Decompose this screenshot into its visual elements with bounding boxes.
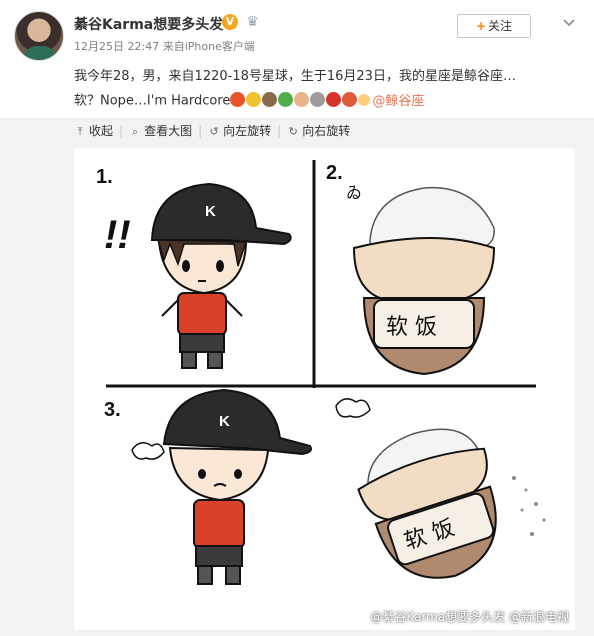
avatar[interactable] — [14, 11, 64, 61]
emoji-icon — [278, 92, 294, 107]
rice-bowl-panel-2: ゐ 软 饭 — [346, 183, 496, 376]
divider: | — [277, 124, 282, 138]
cap-letter: K — [205, 203, 216, 220]
divider: | — [119, 124, 124, 138]
rotate-right-label: 向右旋转 — [302, 124, 351, 138]
plus-icon: + — [475, 19, 487, 33]
verified-badge-icon: V — [222, 14, 238, 30]
collapse-label: 收起 — [89, 124, 114, 138]
emoji-icon — [230, 92, 246, 107]
emoji-icon — [294, 92, 310, 107]
comic-drawing: 1. 2. 3. !! K ゐ 软 饭 K 软 饭 — [96, 160, 546, 585]
emoji-icon — [342, 92, 358, 107]
emoji-icon — [262, 92, 278, 107]
character-panel-3: K — [131, 388, 371, 585]
collapse-button[interactable]: ⤒ 收起 — [74, 122, 113, 139]
rice-grains — [512, 476, 546, 536]
post-text: 我今年28，男，来自1220-18号星球，生于16月23日，我的星座是鲸谷座… … — [74, 65, 574, 113]
panel-number-3: 3. — [104, 399, 121, 421]
follow-button[interactable]: + 关注 — [457, 14, 531, 38]
mention-icon — [358, 93, 371, 106]
cap-letter: K — [219, 413, 230, 430]
view-large-label: 查看大图 — [144, 124, 193, 138]
magnify-icon: ⌕ — [131, 125, 139, 138]
rotate-right-icon: ↻ — [288, 125, 298, 138]
post-meta: 12月25日 22:47 来自iPhone客户端 — [74, 38, 255, 54]
follow-label: 关注 — [488, 19, 513, 33]
panel-number-2: 2. — [326, 162, 343, 184]
post-text-line-2: 软？Nope…I'm Hardcore @鲸谷座 — [74, 89, 574, 113]
rotate-left-icon: ↺ — [209, 125, 219, 138]
emoji-row — [230, 89, 358, 113]
post-text-line-1: 我今年28，男，来自1220-18号星球，生于16月23日，我的星座是鲸谷座… — [74, 69, 516, 84]
arrow-up-icon: ⤒ — [77, 125, 83, 138]
panel-number-1: 1. — [96, 166, 113, 188]
emoji-icon — [246, 92, 262, 107]
rice-bowl-panel-3: 软 饭 — [357, 428, 497, 579]
divider: | — [198, 124, 203, 138]
exclamation-marks: !! — [104, 213, 131, 257]
rotate-left-label: 向左旋转 — [223, 124, 272, 138]
mention-link[interactable]: @鲸谷座 — [358, 93, 425, 109]
username-link[interactable]: 綦谷Karma想要多头发 — [74, 14, 223, 34]
character-panel-1: !! K — [104, 182, 292, 369]
post-header: 綦谷Karma想要多头发 V ♛ 12月25日 22:47 来自iPhone客户… — [0, 0, 594, 118]
comic-image[interactable]: 1. 2. 3. !! K ゐ 软 饭 K 软 饭 @綦谷Karma想要多头发 … — [74, 148, 575, 630]
source-prefix: 来自 — [162, 40, 185, 53]
post-timestamp[interactable]: 12月25日 22:47 — [74, 40, 159, 53]
chevron-down-icon[interactable] — [560, 14, 578, 32]
post-text-line-2-prefix: 软？Nope…I'm Hardcore — [74, 93, 231, 109]
mention-text: @鲸谷座 — [372, 93, 425, 109]
view-large-button[interactable]: ⌕ 查看大图 — [129, 122, 192, 139]
squiggle-mark: ゐ — [346, 183, 362, 202]
source-link[interactable]: iPhone客户端 — [185, 40, 255, 53]
rice-label-panel-2: 软 饭 — [386, 315, 437, 340]
rotate-left-button[interactable]: ↺ 向左旋转 — [208, 122, 272, 139]
emoji-icon — [310, 92, 326, 107]
image-toolbar: ⤒ 收起 | ⌕ 查看大图 | ↺ 向左旋转 | ↻ 向右旋转 — [74, 122, 356, 140]
emoji-icon — [326, 92, 342, 107]
watermark: @綦谷Karma想要多头发 @新浪电视 — [370, 610, 569, 624]
membership-icon[interactable]: ♛ — [244, 14, 261, 30]
rotate-right-button[interactable]: ↻ 向右旋转 — [287, 122, 351, 139]
